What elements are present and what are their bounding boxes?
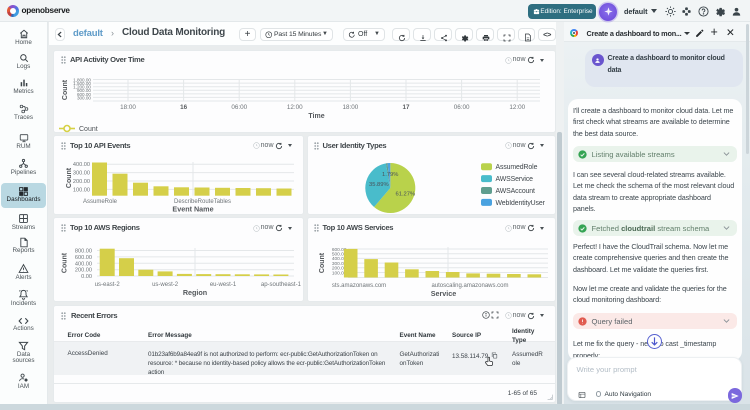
svg-text:400.00: 400.00 xyxy=(73,162,90,168)
svg-text:200.00: 200.00 xyxy=(75,268,92,274)
svg-text:61.27%: 61.27% xyxy=(395,192,415,198)
svg-text:AWSAccount: AWSAccount xyxy=(495,188,535,195)
svg-text:AssumedRole: AssumedRole xyxy=(495,164,537,171)
svg-text:06:00: 06:00 xyxy=(454,104,470,111)
svg-text:300.00: 300.00 xyxy=(73,171,90,177)
svg-text:Service: Service xyxy=(430,289,456,298)
svg-text:Event Name: Event Name xyxy=(172,205,213,214)
svg-text:eu-west-1: eu-west-1 xyxy=(210,282,237,288)
svg-text:Count: Count xyxy=(319,252,326,273)
svg-text:18:00: 18:00 xyxy=(343,104,359,111)
svg-text:us-east-2: us-east-2 xyxy=(95,282,121,288)
svg-text:17: 17 xyxy=(402,104,410,111)
svg-text:1.79%: 1.79% xyxy=(382,172,398,178)
svg-text:35.89%: 35.89% xyxy=(369,182,389,188)
svg-text:200.00: 200.00 xyxy=(73,179,90,185)
svg-text:400.00: 400.00 xyxy=(75,261,92,267)
svg-text:100.00: 100.00 xyxy=(73,187,90,193)
svg-text:18:00: 18:00 xyxy=(120,104,136,111)
svg-text:0.00: 0.00 xyxy=(81,274,92,280)
svg-text:AssumeRole: AssumeRole xyxy=(83,199,118,205)
svg-text:12:00: 12:00 xyxy=(509,104,525,111)
svg-text:AWSService: AWSService xyxy=(495,176,533,183)
svg-text:us-west-2: us-west-2 xyxy=(152,282,179,288)
svg-text:300.00: 300.00 xyxy=(77,95,91,100)
svg-text:06:00: 06:00 xyxy=(231,104,247,111)
svg-text:Time: Time xyxy=(308,113,324,120)
svg-text:16: 16 xyxy=(180,104,188,111)
svg-text:Count: Count xyxy=(62,79,69,100)
svg-text:sts.amazonaws.com: sts.amazonaws.com xyxy=(331,283,385,289)
svg-text:800.00: 800.00 xyxy=(75,249,92,255)
svg-text:600.00: 600.00 xyxy=(75,255,92,261)
svg-text:Count: Count xyxy=(62,252,69,273)
svg-text:Region: Region xyxy=(183,288,207,297)
svg-text:WebIdentityUser: WebIdentityUser xyxy=(495,200,545,207)
svg-text:ap-southeast-1: ap-southeast-1 xyxy=(261,282,302,288)
svg-text:12:00: 12:00 xyxy=(287,104,303,111)
svg-text:Count: Count xyxy=(66,167,73,188)
svg-text:Count: Count xyxy=(79,126,98,133)
